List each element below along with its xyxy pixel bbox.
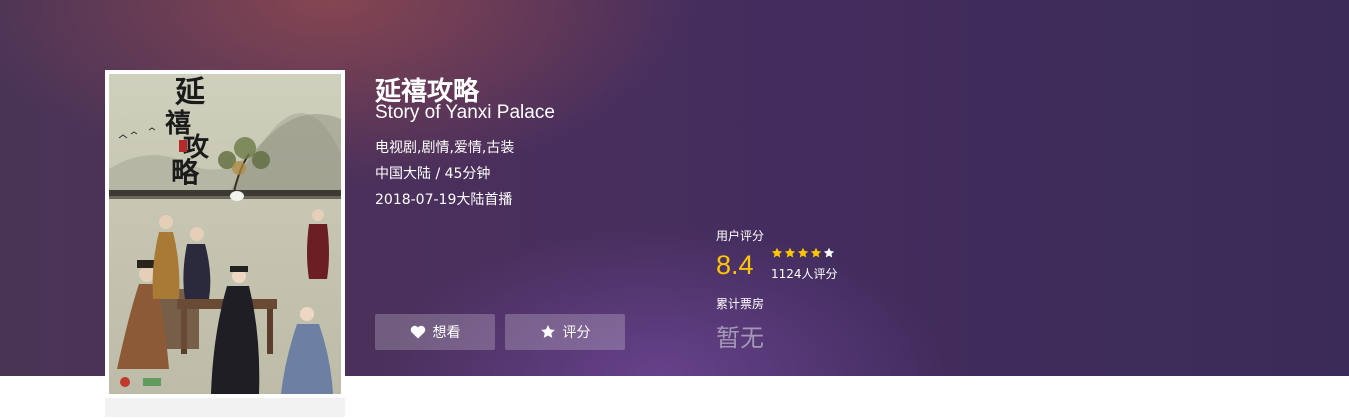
star-filled-icon: [810, 247, 822, 258]
star-filled-icon: [797, 247, 809, 258]
box-office-value: 暂无: [716, 324, 764, 352]
poster-shadow: [105, 395, 345, 417]
star-icon: [540, 325, 555, 338]
rating-count: 1124人评分: [771, 267, 838, 281]
rate-button[interactable]: 评分: [505, 314, 625, 350]
box-office-label: 累计票房: [716, 297, 765, 311]
svg-text:略: 略: [171, 156, 200, 189]
star-filled-icon: [771, 247, 783, 258]
rating-stars: [771, 247, 835, 259]
star-filled-icon: [784, 247, 796, 258]
svg-text:延: 延: [174, 75, 206, 110]
movie-poster[interactable]: 延 禧 攻 略: [105, 70, 345, 398]
want-to-watch-button[interactable]: 想看: [375, 314, 495, 350]
poster-artwork: 延 禧 攻 略: [109, 75, 341, 394]
heart-icon: [410, 325, 425, 339]
rating-score: 8.4: [716, 250, 754, 280]
want-to-watch-label: 想看: [432, 325, 461, 341]
star-empty-icon: [823, 247, 835, 258]
movie-region-duration: 中国大陆 / 45分钟: [375, 166, 491, 182]
user-rating-label: 用户评分: [716, 229, 765, 243]
movie-genres: 电视剧,剧情,爱情,古装: [375, 140, 515, 156]
movie-release-date: 2018-07-19大陆首播: [375, 192, 513, 208]
rate-label: 评分: [562, 325, 591, 341]
movie-title-english: Story of Yanxi Palace: [375, 102, 555, 123]
